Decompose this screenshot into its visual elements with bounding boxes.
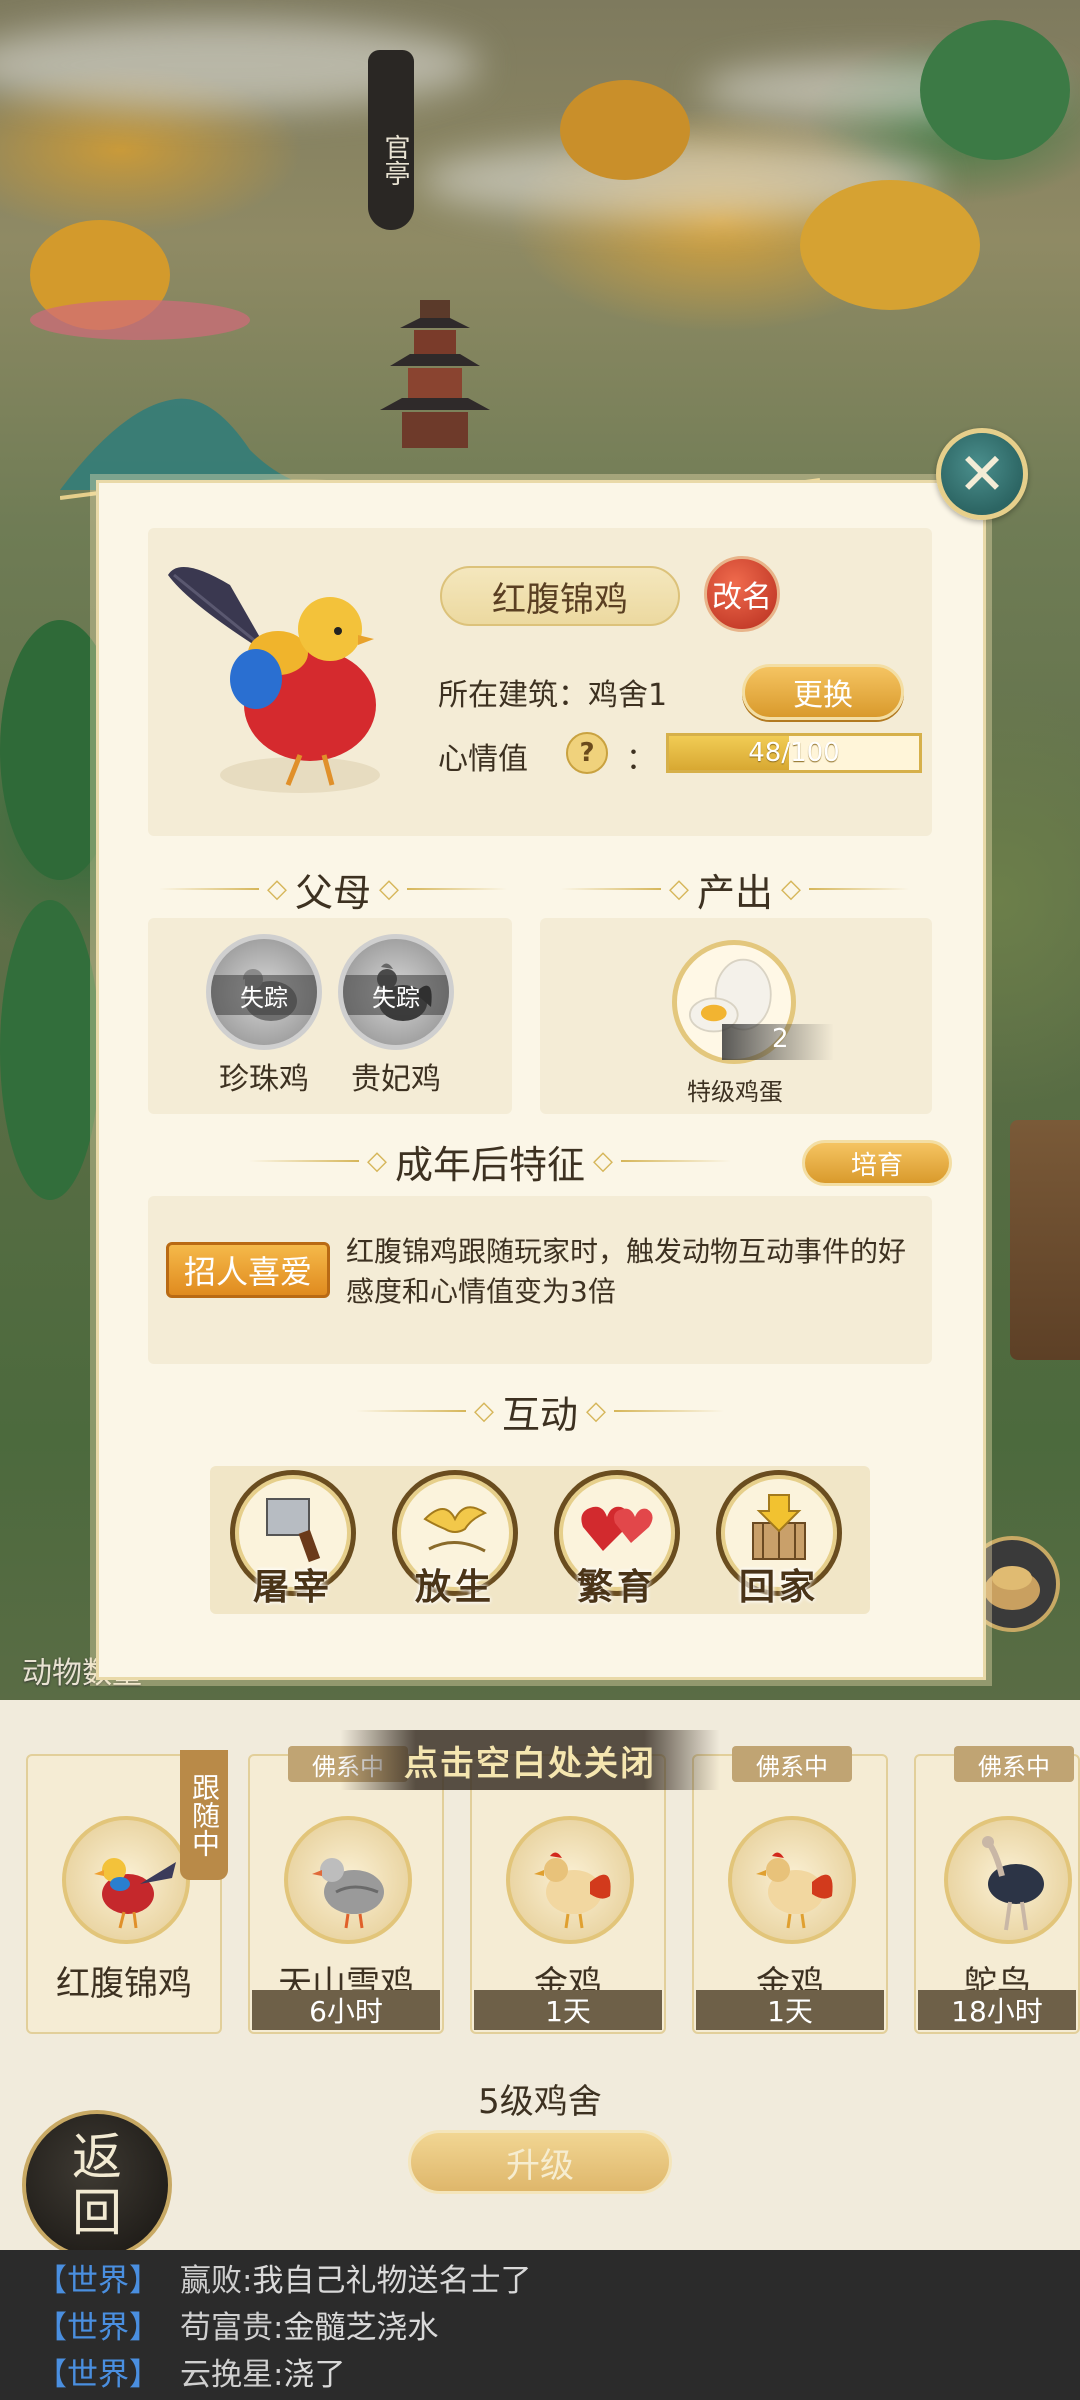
missing-badge: 失踪 xyxy=(343,975,449,1015)
ostrich-icon xyxy=(982,1836,1044,1931)
cleaver-icon xyxy=(266,1498,321,1563)
action-label: 回家 xyxy=(738,1566,819,1608)
help-icon[interactable]: ? xyxy=(566,732,608,774)
tap-to-close-hint[interactable]: 点击空白处关闭 xyxy=(340,1730,720,1790)
hearts-icon xyxy=(581,1506,653,1551)
animal-portrait xyxy=(506,1816,634,1944)
chat-user: 云挽星: xyxy=(180,2357,284,2393)
chat-channel: 【世界】 xyxy=(36,2263,160,2299)
traits-section-title: ◇ 成年后特征 ◇ xyxy=(240,1136,740,1187)
parent-name: 贵妃鸡 xyxy=(351,1062,441,1097)
home-arrow-icon xyxy=(752,1494,806,1560)
animal-card-2[interactable]: 佛系中 天山雪鸡 6小时 xyxy=(248,1746,444,2034)
close-icon[interactable]: ✕ xyxy=(936,428,1028,520)
animal-portrait xyxy=(944,1816,1072,1944)
coop-level-label: 5级鸡舍 xyxy=(478,2082,602,2122)
trait-badge: 招人喜爱 xyxy=(166,1242,330,1298)
chat-channel: 【世界】 xyxy=(36,2310,160,2346)
animal-card-5[interactable]: 佛系中 鸵鸟 18小时 xyxy=(914,1746,1080,2034)
following-tag: 跟随中 xyxy=(180,1750,228,1880)
mood-value-text: 48/100 xyxy=(748,738,840,768)
mood-label: 心情值 xyxy=(438,742,528,777)
chat-message: 【世界】 苟富贵: 金髓芝浇水 xyxy=(0,2301,1080,2348)
farm-field-edge xyxy=(1010,1120,1080,1360)
status-badge: 佛系中 xyxy=(954,1746,1074,1782)
parent-name: 珍珠鸡 xyxy=(219,1062,309,1097)
parents-section-title: ◇ 父母 ◇ xyxy=(128,864,538,915)
breed-button[interactable]: 繁育 xyxy=(552,1470,682,1610)
golden-rooster-icon xyxy=(756,1852,833,1929)
cooldown-timer: 1天 xyxy=(696,1990,884,2030)
chat-channel: 【世界】 xyxy=(36,2357,160,2393)
go-home-button[interactable]: 回家 xyxy=(714,1470,844,1610)
animal-portrait xyxy=(728,1816,856,1944)
output-section-title: ◇ 产出 ◇ xyxy=(530,864,940,915)
parent-1[interactable]: 失踪 珍珠鸡 xyxy=(204,934,324,1098)
action-label: 繁育 xyxy=(576,1566,657,1608)
snow-partridge-icon xyxy=(312,1858,384,1929)
parent-2[interactable]: 失踪 贵妃鸡 xyxy=(336,934,456,1098)
chat-user: 苟富贵: xyxy=(180,2310,284,2346)
release-button[interactable]: 放生 xyxy=(390,1470,520,1610)
egg-count: 2 xyxy=(722,1024,834,1060)
cooldown-timer: 1天 xyxy=(474,1990,662,2030)
interact-section-title: ◇ 互动 ◇ xyxy=(320,1386,760,1437)
cooldown-timer: 18小时 xyxy=(918,1990,1076,2030)
animal-portrait xyxy=(284,1816,412,1944)
change-building-button[interactable]: 更换 xyxy=(742,664,904,720)
golden-rooster-icon xyxy=(534,1852,611,1929)
status-badge: 佛系中 xyxy=(732,1746,852,1782)
chat-text: 浇了 xyxy=(283,2357,346,2393)
cooldown-timer: 6小时 xyxy=(252,1990,440,2030)
animal-name: 红腹锦鸡 xyxy=(56,1964,192,2004)
cultivate-button[interactable]: 培育 xyxy=(802,1140,952,1186)
chat-user: 赢败: xyxy=(180,2263,253,2299)
animal-card-3[interactable]: 金鸡 1天 xyxy=(470,1754,666,2034)
mood-progress-bar: 48/100 xyxy=(666,733,922,773)
rename-button[interactable]: 改名 xyxy=(704,556,780,632)
missing-badge: 失踪 xyxy=(211,975,317,1015)
world-chat-panel[interactable]: 【世界】 赢败: 我自己礼物送名士了 【世界】 苟富贵: 金髓芝浇水 【世界】 … xyxy=(0,2250,1080,2400)
upgrade-button[interactable]: 升级 xyxy=(408,2130,672,2194)
parents-card xyxy=(148,918,512,1114)
animal-card-4[interactable]: 佛系中 金鸡 1天 xyxy=(692,1746,888,2034)
action-label: 放生 xyxy=(414,1566,495,1608)
chat-message: 【世界】 云挽星: 浇了 xyxy=(0,2348,1080,2395)
chat-message: 【世界】 赢败: 我自己礼物送名士了 xyxy=(0,2254,1080,2301)
chat-text: 金髓芝浇水 xyxy=(283,2310,439,2346)
location-sign: 官亭 xyxy=(368,50,414,230)
building-label: 所在建筑：鸡舍1 xyxy=(438,678,668,713)
egg-name: 特级鸡蛋 xyxy=(687,1078,783,1106)
back-button[interactable]: 返 回 xyxy=(22,2110,172,2260)
bird-release-icon xyxy=(423,1506,488,1553)
action-label: 屠宰 xyxy=(252,1566,333,1608)
slaughter-button[interactable]: 屠宰 xyxy=(228,1470,358,1610)
parent-avatar: 失踪 xyxy=(338,934,454,1050)
parent-avatar: 失踪 xyxy=(206,934,322,1050)
golden-pheasant-icon xyxy=(94,1858,176,1929)
mood-colon: ： xyxy=(626,742,656,777)
trait-description: 红腹锦鸡跟随玩家时，触发动物互动事件的好感度和心情值变为3倍 xyxy=(346,1235,907,1308)
golden-pheasant-portrait xyxy=(168,567,380,793)
chat-text: 我自己礼物送名士了 xyxy=(252,2263,532,2299)
animal-portrait xyxy=(62,1816,190,1944)
animal-name-banner: 红腹锦鸡 xyxy=(440,566,680,626)
